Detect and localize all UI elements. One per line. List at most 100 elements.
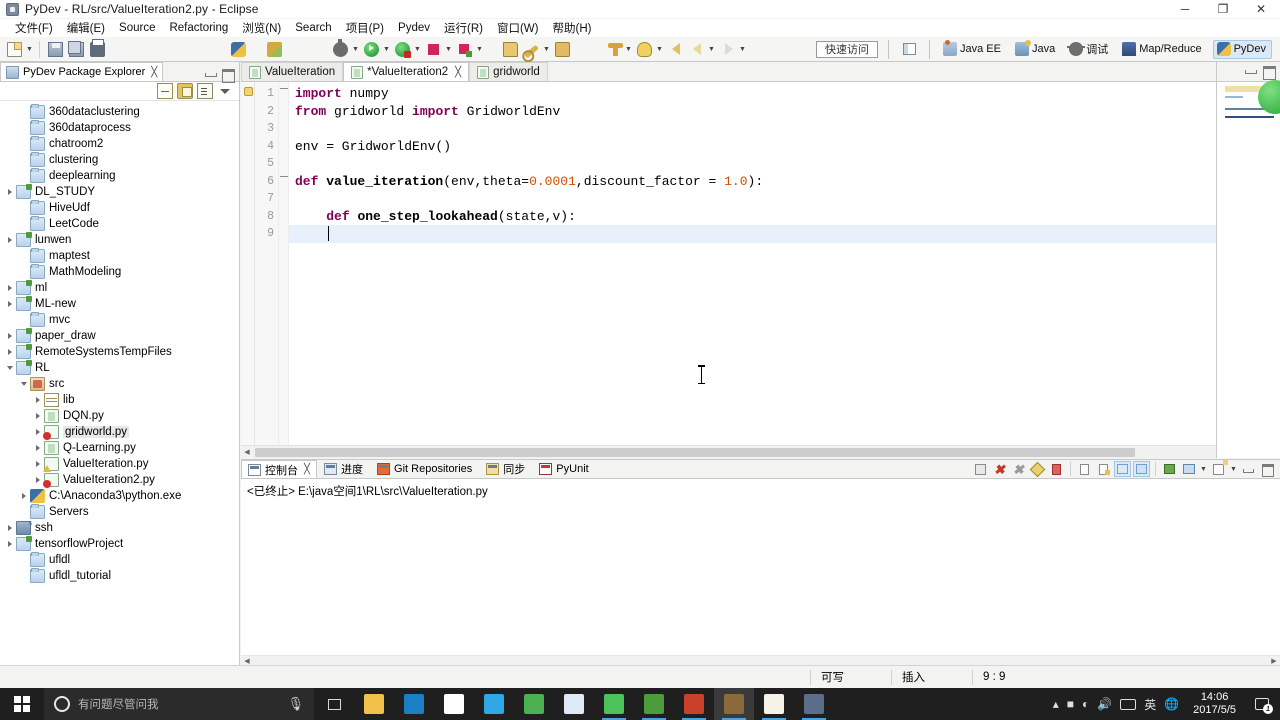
taskbar-app-wechat[interactable] — [594, 688, 634, 720]
tree-item[interactable]: paper_draw — [0, 328, 239, 344]
scrollbar-thumb[interactable] — [255, 447, 1135, 457]
tree-item[interactable]: mvc — [0, 312, 239, 328]
code-line[interactable] — [289, 190, 1279, 208]
perspective-pydev[interactable]: PyDev — [1212, 39, 1272, 59]
tree-item[interactable]: RemoteSystemsTempFiles — [0, 344, 239, 360]
minimize-outline-button[interactable] — [1244, 65, 1257, 78]
forward-button[interactable] — [717, 39, 737, 59]
tree-twisty-collapsed-icon[interactable] — [4, 232, 16, 248]
tab-gridworld[interactable]: gridworld — [469, 62, 548, 81]
coverage-dropdown[interactable]: ▼ — [475, 39, 484, 59]
cortana-search-box[interactable]: 有问题尽管问我 🎙 — [44, 688, 314, 720]
back-history-dropdown[interactable]: ▼ — [707, 39, 716, 59]
new-document-dropdown[interactable]: ▼ — [25, 39, 34, 59]
tree-item[interactable]: 360dataprocess — [0, 120, 239, 136]
new-pydev-project-button[interactable] — [228, 39, 248, 59]
tab-git-repositories[interactable]: Git Repositories — [370, 460, 479, 478]
back-button[interactable] — [665, 39, 685, 59]
tree-twisty-collapsed-icon[interactable] — [4, 328, 16, 344]
tree-item[interactable]: ValueIteration.py — [0, 456, 239, 472]
tree-item[interactable]: ufldl_tutorial — [0, 568, 239, 584]
tree-twisty-collapsed-icon[interactable] — [4, 520, 16, 536]
tree-item[interactable]: chatroom2 — [0, 136, 239, 152]
new-console-button[interactable] — [1210, 461, 1227, 477]
tab-console[interactable]: 控制台 ╳ — [241, 460, 318, 478]
microphone-icon[interactable]: 🎙 — [287, 696, 304, 712]
debug-button[interactable] — [330, 38, 350, 59]
pin-output-button[interactable] — [1133, 461, 1150, 477]
code-line[interactable]: from gridworld import GridworldEnv — [289, 103, 1279, 121]
ime-settings-icon[interactable]: 🌐 — [1164, 697, 1179, 711]
maximize-view-button[interactable] — [221, 68, 235, 83]
run-button[interactable] — [361, 39, 381, 59]
taskbar-app-youdao-note[interactable] — [634, 688, 674, 720]
taskbar-app-eclipse-ide[interactable] — [754, 688, 794, 720]
debug-dropdown[interactable]: ▼ — [351, 39, 360, 59]
menu-edit[interactable]: 编辑(E) — [60, 19, 112, 37]
tree-twisty-collapsed-icon[interactable] — [4, 296, 16, 312]
tree-twisty-collapsed-icon[interactable] — [32, 392, 44, 408]
minimize-window-button[interactable]: ─ — [1166, 0, 1204, 19]
tree-item[interactable]: clustering — [0, 152, 239, 168]
tree-item[interactable]: MathModeling — [0, 264, 239, 280]
taskbar-app-sublime-text[interactable] — [714, 688, 754, 720]
print-button[interactable] — [87, 38, 107, 59]
volume-icon[interactable]: 🔊 — [1097, 697, 1112, 711]
tab-pydev-package-explorer[interactable]: PyDev Package Explorer ╳ — [0, 62, 164, 81]
tree-twisty-expanded-icon[interactable] — [4, 360, 16, 376]
perspective-java-ee[interactable]: Java EE — [940, 40, 1006, 59]
tree-item[interactable]: DQN.py — [0, 408, 239, 424]
scroll-lock-button[interactable] — [1114, 461, 1131, 477]
close-icon[interactable]: ╳ — [455, 67, 461, 78]
remove-launch-button[interactable]: ✖ — [991, 461, 1008, 477]
taskbar-app-google-chrome[interactable] — [514, 688, 554, 720]
tree-item[interactable]: lunwen — [0, 232, 239, 248]
tab-valueiteration[interactable]: ValueIteration — [241, 62, 344, 81]
input-method-indicator[interactable]: 英 — [1144, 696, 1156, 713]
menu-window[interactable]: 窗口(W) — [490, 19, 546, 37]
code-line[interactable] — [289, 225, 1279, 243]
tree-twisty-collapsed-icon[interactable] — [32, 472, 44, 488]
outline-entry[interactable] — [1225, 96, 1243, 98]
annotation-ruler[interactable] — [241, 82, 255, 458]
menu-pydev[interactable]: Pydev — [391, 21, 437, 35]
code-line[interactable]: import numpy — [289, 85, 1279, 103]
tab-valueiteration2[interactable]: *ValueIteration2 ╳ — [343, 62, 470, 81]
tree-twisty-collapsed-icon[interactable] — [32, 424, 44, 440]
previous-annotation-dropdown[interactable]: ▼ — [624, 39, 633, 59]
warning-marker-icon[interactable] — [244, 87, 253, 96]
fold-collapse-icon[interactable] — [280, 85, 288, 93]
next-annotation-button[interactable] — [634, 39, 654, 59]
menu-navigate[interactable]: 浏览(N) — [235, 19, 288, 37]
tree-item[interactable]: HiveUdf — [0, 200, 239, 216]
forward-dropdown[interactable]: ▼ — [738, 39, 747, 59]
fold-collapse-icon[interactable] — [280, 173, 288, 181]
taskbar-app-file-explorer[interactable] — [354, 688, 394, 720]
code-line[interactable] — [289, 155, 1279, 173]
chevron-up-icon[interactable]: ▴ — [1053, 697, 1059, 711]
next-annotation-dropdown[interactable]: ▼ — [655, 39, 664, 59]
menu-source[interactable]: Source — [112, 21, 162, 35]
taskbar-app-foxmail[interactable] — [554, 688, 594, 720]
scroll-left-icon[interactable]: ◀ — [241, 446, 253, 458]
pin-console-button[interactable] — [1029, 461, 1046, 477]
open-type-button[interactable] — [500, 39, 520, 59]
taskbar-app-network-tool[interactable] — [794, 688, 834, 720]
perspective-java[interactable]: Java — [1012, 40, 1060, 59]
coverage-button[interactable] — [454, 39, 474, 59]
taskbar-app-microsoft-edge[interactable] — [394, 688, 434, 720]
new-document-button[interactable] — [4, 39, 24, 59]
previous-annotation-button[interactable] — [603, 39, 623, 59]
menu-file[interactable]: 文件(F) — [8, 19, 60, 37]
close-icon[interactable]: ╳ — [151, 67, 157, 78]
terminate-console-button[interactable] — [972, 461, 989, 477]
editor-horizontal-scrollbar[interactable]: ◀ ▶ — [241, 445, 1279, 458]
tab-progress[interactable]: 进度 — [317, 460, 370, 478]
clock[interactable]: 14:06 2017/5/5 — [1187, 691, 1242, 717]
new-pydev-package-button[interactable] — [264, 39, 284, 59]
tree-item[interactable]: gridworld.py — [0, 424, 239, 440]
console-output-area[interactable]: <已终止> E:\java空间1\RL\src\ValueIteration.p… — [241, 479, 1280, 666]
taskbar-app-microsoft-store[interactable] — [434, 688, 474, 720]
menu-run[interactable]: 运行(R) — [437, 19, 490, 37]
maximize-outline-button[interactable] — [1262, 65, 1276, 80]
